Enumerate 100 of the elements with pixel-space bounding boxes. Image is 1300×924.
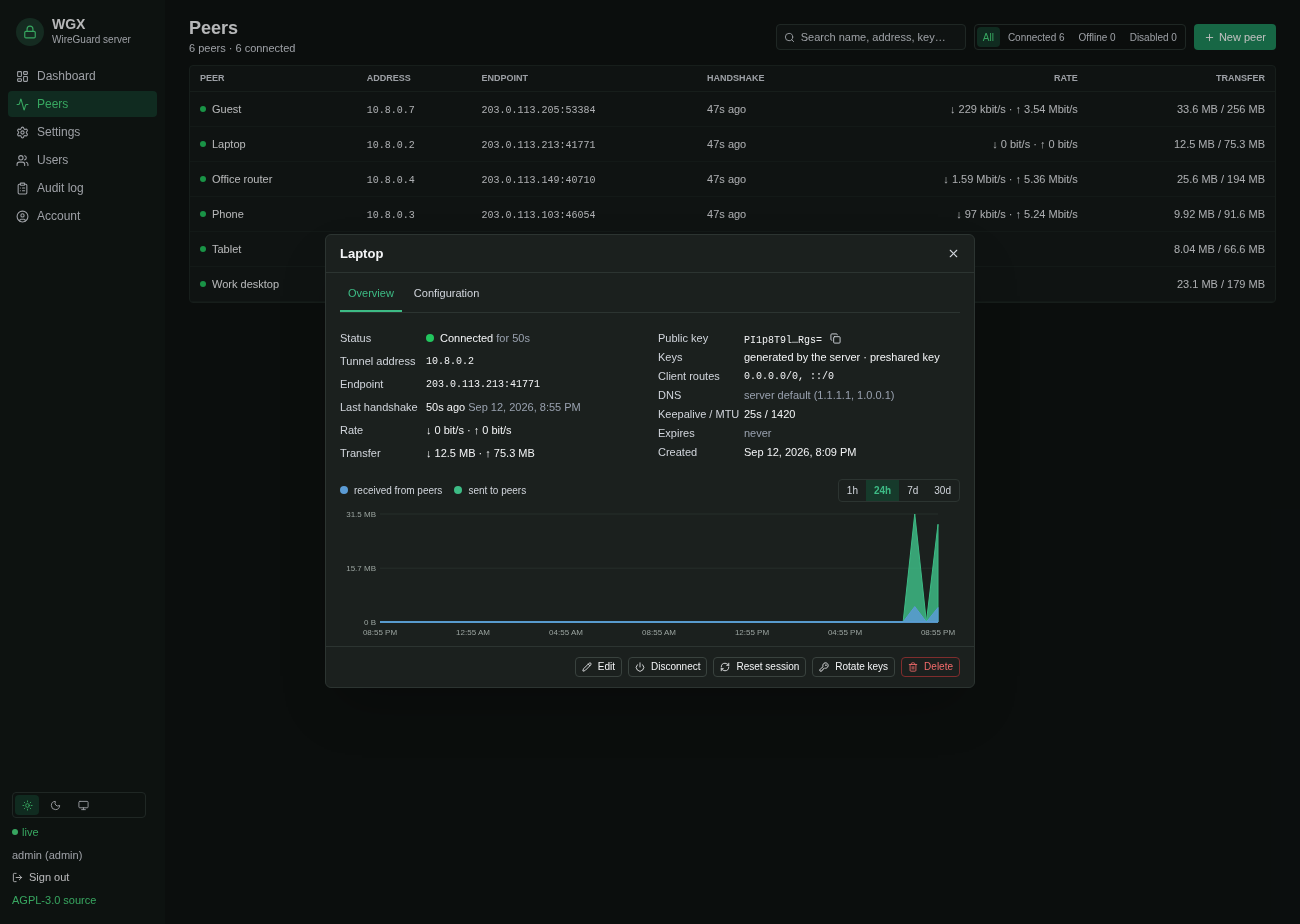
nav-item[interactable]: Users [8, 147, 157, 173]
dashboard-icon [16, 69, 29, 83]
brand-subtitle: WireGuard server [52, 33, 131, 47]
action-button[interactable]: Disconnect [628, 656, 708, 677]
monitor-icon [77, 799, 89, 811]
users-icon [16, 153, 29, 167]
field-label: Public key [658, 330, 710, 346]
peer-name[interactable]: Office router [212, 170, 273, 188]
key-icon [819, 661, 830, 672]
range-button[interactable]: 7d [899, 479, 927, 501]
x-tick-label: 04:55 PM [827, 627, 863, 637]
legend-label: sent to peers [468, 483, 527, 498]
column-header: ENDPOINT [471, 65, 698, 92]
peer-name[interactable]: Phone [212, 205, 244, 223]
clipboard-icon [16, 181, 29, 195]
peer-name[interactable]: Tablet [212, 240, 242, 258]
field-value: ↓ 12.5 MB · ↑ 75.3 MB [426, 445, 536, 461]
table-cell: 8.04 MB / 66.6 MB [1173, 242, 1265, 255]
user-label: admin (admin) [12, 847, 84, 863]
field-label: DNS [658, 387, 683, 403]
table-cell: 12.5 MB / 75.3 MB [1173, 137, 1265, 150]
field-label: Last handshake [340, 399, 419, 415]
nav-item[interactable]: Settings [8, 119, 157, 145]
source-link[interactable]: AGPL-3.0 source [12, 891, 153, 908]
field-value: never [744, 425, 773, 441]
filter-tab[interactable]: Connected 6 [1001, 27, 1071, 47]
table-cell: 47s ago [707, 137, 747, 150]
field-value: server default (1.1.1.1, 1.0.0.1) [744, 387, 896, 403]
peer-name[interactable]: Laptop [212, 135, 246, 153]
settings-icon [16, 125, 29, 139]
field-value: 25s / 1420 [744, 406, 797, 422]
user-circle-icon [16, 209, 29, 223]
table-cell: 9.92 MB / 91.6 MB [1173, 207, 1265, 220]
peer-name[interactable]: Work desktop [212, 275, 280, 293]
nav-item[interactable]: Account [8, 203, 157, 229]
search-field[interactable]: Search name, address, key… [775, 24, 966, 50]
field-label: Rate [340, 422, 365, 438]
table-cell: 10.8.0.2 [366, 139, 415, 151]
column-header: RATE [827, 65, 1088, 92]
dialog-tab[interactable]: Overview [340, 285, 402, 312]
field-label: Expires [658, 425, 696, 441]
refresh-icon [720, 661, 731, 672]
action-button[interactable]: Reset session [713, 656, 807, 677]
peer-name[interactable]: Guest [212, 100, 242, 118]
x-tick-label: 08:55 PM [920, 627, 956, 637]
field-label: Created [658, 444, 699, 460]
nav-item[interactable]: Dashboard [8, 63, 157, 89]
field-label: Client routes [658, 368, 721, 384]
copy-button[interactable] [830, 332, 841, 344]
theme-button[interactable] [15, 795, 39, 815]
sun-icon [21, 799, 33, 811]
legend-label: received from peers [354, 483, 443, 498]
x-tick-label: 12:55 PM [734, 627, 770, 637]
field-value: generated by the server · preshared key [744, 349, 941, 365]
field-value: ↓ 0 bit/s · ↑ 0 bit/s [426, 422, 513, 438]
y-tick-label: 0 B [364, 617, 376, 627]
action-button[interactable]: Delete [901, 656, 960, 677]
y-tick-label: 31.5 MB [346, 509, 376, 519]
sign-out-icon [12, 871, 23, 883]
field-value: Sep 12, 2026, 8:09 PM [744, 444, 858, 460]
filter-tab[interactable]: Offline 0 [1072, 27, 1122, 47]
range-button[interactable]: 1h [838, 479, 866, 501]
moon-icon [49, 799, 61, 811]
field-value: 10.8.0.2 [426, 354, 475, 369]
filter-tab[interactable]: All [976, 27, 1000, 47]
field-label: Transfer [340, 445, 382, 461]
column-header: ADDRESS [356, 65, 472, 92]
dialog-tab[interactable]: Configuration [405, 285, 488, 312]
page-title: Peers [189, 17, 240, 40]
x-tick-label: 08:55 AM [642, 627, 676, 637]
table-cell: ↓ 1.59 Mbit/s · ↑ 5.36 Mbit/s [943, 172, 1078, 185]
table-cell: 25.6 MB / 194 MB [1176, 172, 1265, 185]
table-cell: 33.6 MB / 256 MB [1176, 102, 1265, 115]
new-peer-button[interactable]: New peer [1193, 24, 1276, 50]
sign-out-button[interactable]: Sign out [12, 869, 153, 886]
x-tick-label: 12:55 AM [456, 627, 490, 637]
live-indicator: live [22, 825, 39, 840]
range-button[interactable]: 24h [865, 479, 900, 501]
nav-item[interactable]: Audit log [8, 175, 157, 201]
y-tick-label: 15.7 MB [346, 563, 376, 573]
action-button[interactable]: Edit [574, 656, 622, 677]
pencil-icon [581, 661, 592, 672]
field-label: Status [340, 330, 373, 346]
table-cell: 203.0.113.103:46054 [481, 209, 596, 221]
logo-icon [16, 17, 44, 46]
table-cell: ↓ 97 kbit/s · ↑ 5.24 Mbit/s [956, 207, 1078, 220]
range-button[interactable]: 30d [926, 479, 959, 501]
action-button[interactable]: Rotate keys [812, 656, 896, 677]
filter-tab[interactable]: Disabled 0 [1123, 27, 1183, 47]
table-cell: ↓ 0 bit/s · ↑ 0 bit/s [992, 137, 1078, 150]
field-value: 50s ago Sep 12, 2026, 8:55 PM [426, 399, 582, 415]
table-cell: ↓ 229 kbit/s · ↑ 3.54 Mbit/s [950, 102, 1078, 115]
close-button[interactable] [947, 247, 960, 260]
table-cell: 10.8.0.7 [366, 104, 415, 116]
field-value: 203.0.113.213:41771 [426, 377, 542, 392]
nav-item[interactable]: Peers [8, 91, 157, 117]
trash-icon [908, 661, 919, 672]
table-cell: 203.0.113.213:41771 [481, 139, 596, 151]
field-label: Keepalive / MTU [658, 406, 741, 422]
column-header: HANDSHAKE [697, 65, 828, 92]
